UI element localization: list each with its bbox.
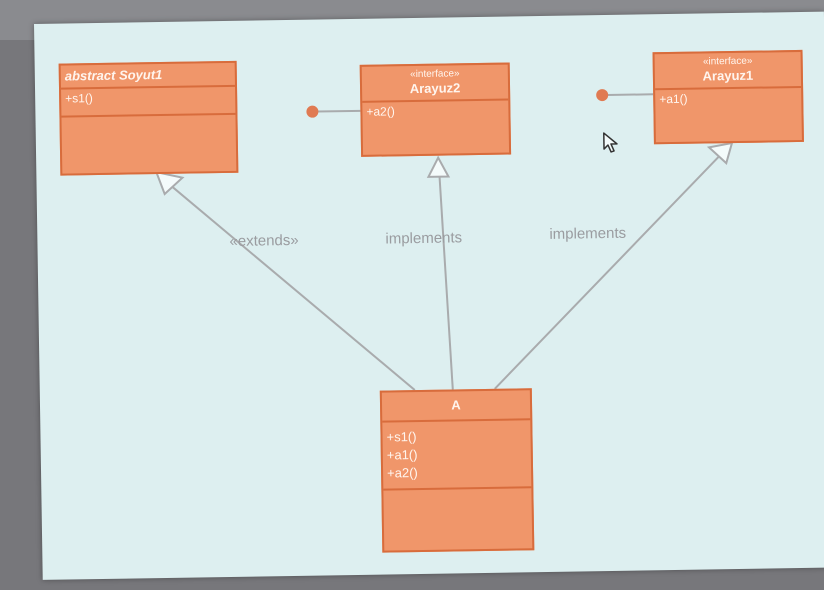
class-name: A <box>451 397 461 413</box>
operations-compartment: +s1() <box>61 86 236 118</box>
mouse-pointer-icon <box>603 132 618 153</box>
operation: +a1() <box>386 447 418 463</box>
class-name: abstract Soyut1 <box>64 66 163 84</box>
implements-label-arayuz2: implements <box>385 229 463 248</box>
lollipop-stem-arayuz2 <box>317 109 361 113</box>
operation: +s1() <box>386 429 417 445</box>
class-name: Arayuz1 <box>702 67 754 84</box>
lollipop-stem-arayuz1 <box>607 93 654 97</box>
operations-compartment: +a2() <box>362 101 508 122</box>
implements-label-arayuz1: implements <box>549 224 627 243</box>
operations-compartment: +s1() +a1() +a2() <box>382 420 532 491</box>
interface-arayuz1[interactable]: «interface» Arayuz1 +a1() <box>652 49 804 145</box>
extends-line <box>165 181 416 391</box>
class-header: abstract Soyut1 <box>60 62 236 90</box>
implements-arrowhead-arayuz1 <box>706 141 734 165</box>
class-soyut1[interactable]: abstract Soyut1 +s1() <box>58 60 239 176</box>
interface-arayuz2[interactable]: «interface» Arayuz2 +a2() <box>359 62 512 157</box>
extends-label: «extends» <box>229 231 299 250</box>
lollipop-ball-arayuz2 <box>306 105 319 118</box>
class-a[interactable]: A +s1() +a1() +a2() <box>379 388 535 553</box>
implements-arrowhead-arayuz2 <box>426 155 451 178</box>
operation: +s1() <box>65 91 93 106</box>
class-header: A <box>381 390 531 423</box>
class-name: Arayuz2 <box>409 80 461 97</box>
diagram-canvas: abstract Soyut1 +s1() «interface» Arayuz… <box>34 11 824 580</box>
implements-line-arayuz2 <box>438 174 454 390</box>
extends-arrowhead <box>154 170 185 196</box>
class-header: «interface» Arayuz2 <box>361 64 509 103</box>
class-header: «interface» Arayuz1 <box>654 51 802 91</box>
operations-compartment: +a1() <box>655 88 801 109</box>
operation: +a2() <box>366 104 395 119</box>
operation: +a1() <box>659 91 688 107</box>
operation: +a2() <box>386 465 418 481</box>
implements-line-arayuz1 <box>494 152 723 390</box>
lollipop-ball-arayuz1 <box>596 89 609 102</box>
